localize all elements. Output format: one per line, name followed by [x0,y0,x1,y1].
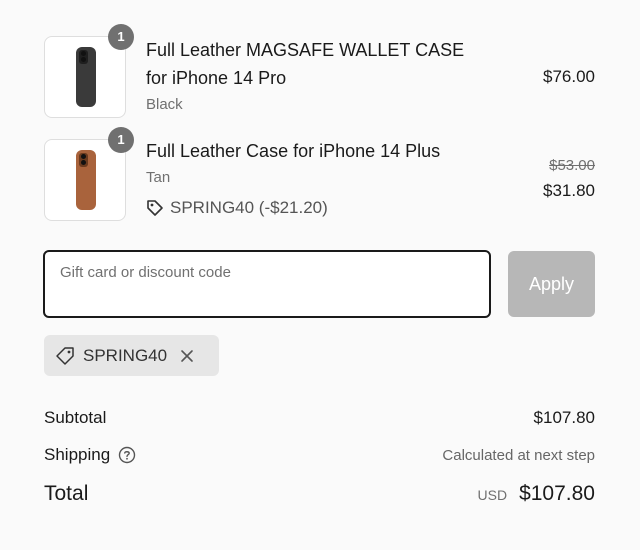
tan-phone-case-image [76,150,96,210]
applied-discount-chip: SPRING40 [44,335,219,376]
discount-code-placeholder: Gift card or discount code [60,264,231,281]
product-price: $31.80 [543,181,595,200]
total-label: Total [44,482,89,505]
product-title: Full Leather Case for iPhone 14 Plus [146,141,441,161]
product-price: $76.00 [543,67,595,86]
camera-module [79,50,88,64]
product-variant: Tan [146,169,171,186]
help-icon[interactable] [118,446,136,464]
order-summary: 1 Full Leather MAGSAFE WALLET CASE for i… [0,0,640,550]
subtotal-row: Subtotal $107.80 [44,408,595,428]
shipping-value: Calculated at next step [442,447,595,464]
discount-code-input[interactable]: Gift card or discount code [43,250,491,318]
line-item: 1 Full Leather MAGSAFE WALLET CASE for i… [44,24,595,120]
tag-icon [146,199,164,217]
product-title: Full Leather MAGSAFE WALLET CASE for iPh… [146,40,465,88]
item-discount: SPRING40 (-$21.20) [146,198,328,218]
product-variant: Black [146,96,183,113]
close-icon[interactable] [179,348,195,364]
quantity-badge: 1 [108,127,134,153]
line-item: 1 Full Leather Case for iPhone 14 Plus T… [44,127,595,223]
black-phone-case-image [76,47,96,107]
total-value: $107.80 [519,482,595,505]
shipping-row: Shipping Calculated at next step [44,445,595,465]
quantity-badge: 1 [108,24,134,50]
discount-text: SPRING40 (-$21.20) [170,198,328,217]
subtotal-value: $107.80 [533,408,595,427]
shipping-label: Shipping [44,445,111,464]
apply-button[interactable]: Apply [508,251,595,317]
camera-module [79,153,88,167]
subtotal-label: Subtotal [44,408,107,427]
product-thumbnail: 1 [44,24,134,118]
currency-code: USD [477,487,508,503]
original-price: $53.00 [549,157,595,174]
total-row: Total USD $107.80 [44,482,595,506]
tag-icon [55,346,75,366]
product-thumbnail: 1 [44,127,134,221]
applied-code-label: SPRING40 [83,345,168,365]
